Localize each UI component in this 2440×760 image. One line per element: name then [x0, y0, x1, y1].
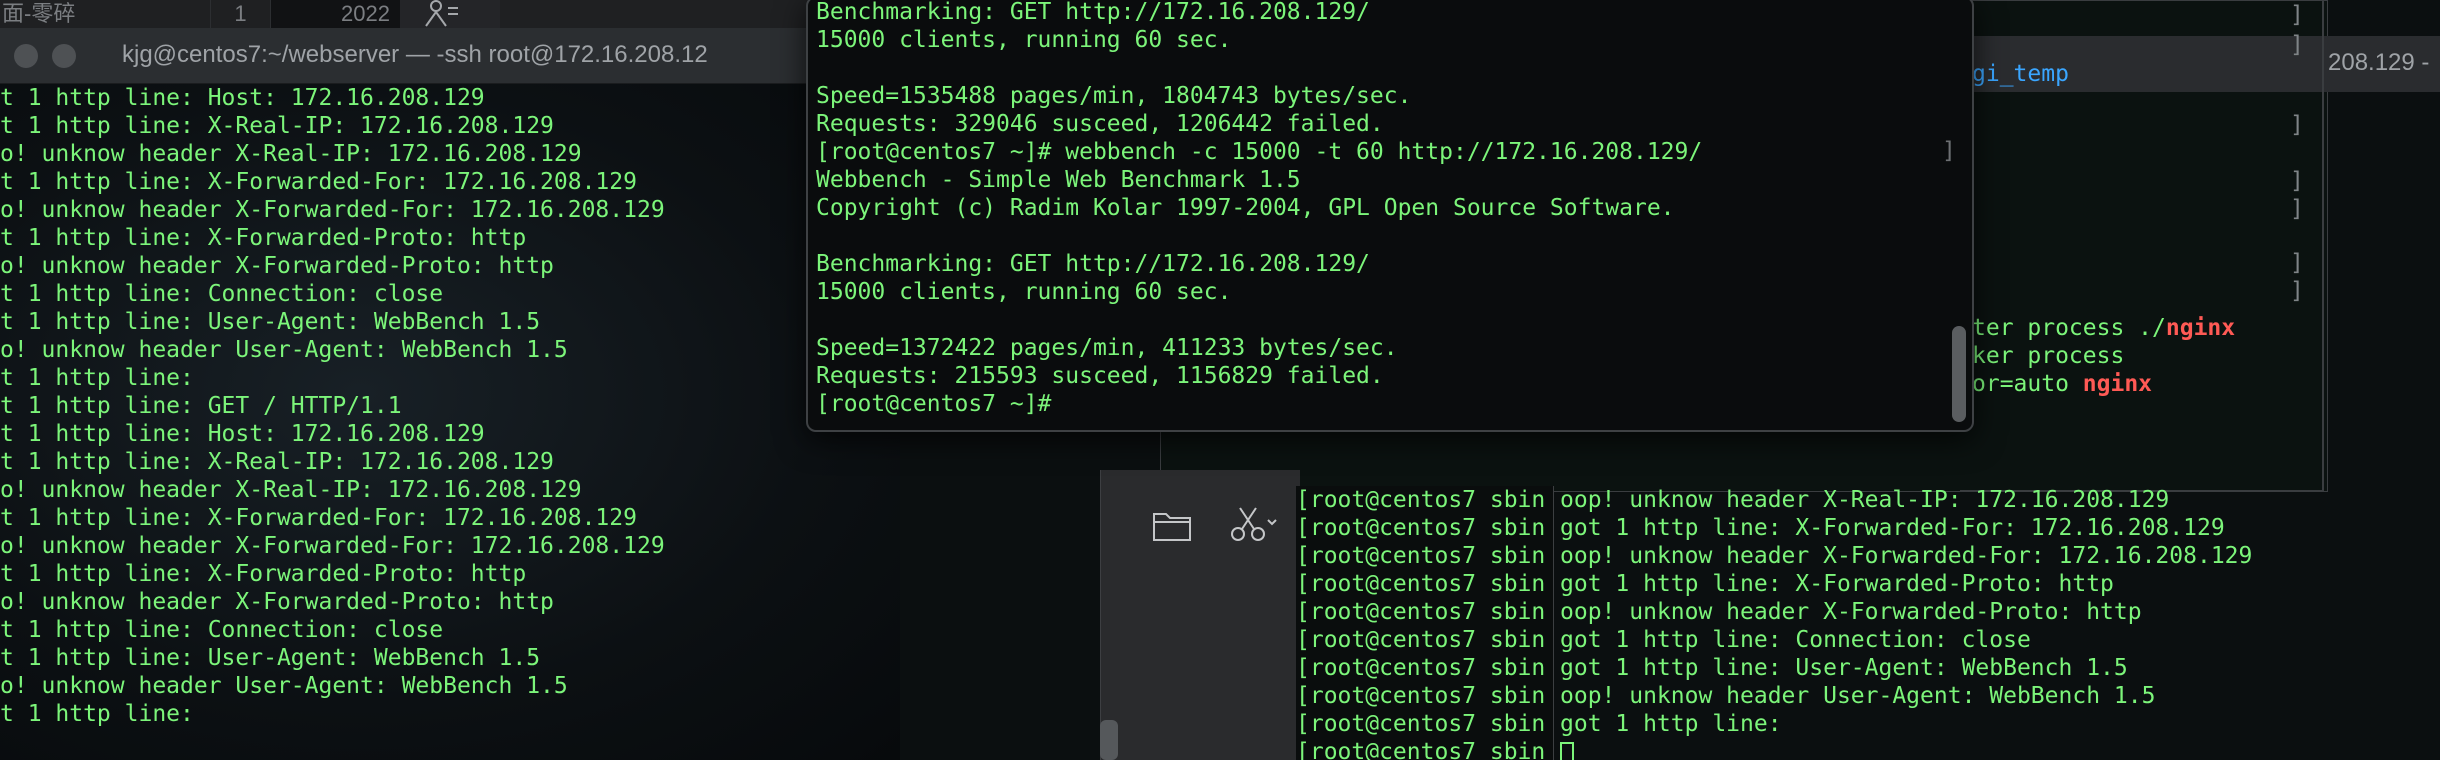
terminal-line: [root@centos7 ~]# — [816, 391, 1052, 417]
terminal-line: Webbench - Simple Web Benchmark 1.5 — [816, 167, 1301, 193]
terminal-line: [root@centos7 ~]# webbench -c 15000 -t 6… — [816, 139, 1703, 165]
terminal-line: t 1 http line: Host: 172.16.208.129 — [0, 421, 485, 447]
terminal-line: got 1 http line: X-Forwarded-For: 172.16… — [1560, 515, 2225, 541]
bracket-marker: ] — [2290, 32, 2304, 58]
terminal-line: oop! unknow header X-Forwarded-For: 172.… — [1560, 543, 2253, 569]
left-terminal-output: t 1 http line: Host: 172.16.208.129 t 1 h… — [0, 84, 900, 728]
terminal-line: t 1 http line: X-Forwarded-Proto: http — [0, 225, 527, 251]
terminal-line: got 1 http line: User-Agent: WebBench 1.… — [1560, 655, 2128, 681]
terminal-line: Benchmarking: GET http://172.16.208.129/ — [816, 251, 1370, 277]
bracket-marker: ] — [2290, 168, 2304, 194]
bracket-marker: ] — [1942, 138, 1956, 164]
terminal-line: o! unknow header X-Real-IP: 172.16.208.1… — [0, 141, 582, 167]
terminal-line: t 1 http line: X-Real-IP: 172.16.208.129 — [0, 113, 554, 139]
bottom-right-prompt-pane[interactable]: [root@centos7 sbin [root@centos7 sbin [roo… — [1296, 486, 1554, 760]
prompt-line: [root@centos7 sbin — [1296, 543, 1546, 569]
bracket-marker: ] — [2290, 196, 2304, 222]
folder-icon[interactable] — [1152, 508, 1192, 542]
right-terminal-title: 208.129 - — [2328, 49, 2430, 76]
terminal-line: t 1 http line: Connection: close — [0, 281, 444, 307]
terminal-line: got 1 http line: Connection: close — [1560, 627, 2031, 653]
ps-line-master: ter process ./nginx — [1972, 314, 2235, 342]
bracket-marker: ] — [2290, 278, 2304, 304]
strip-title[interactable]: 面-零碎 — [0, 0, 210, 28]
bottom-right-output-pane[interactable]: oop! unknow header X-Real-IP: 172.16.208… — [1560, 486, 2440, 760]
terminal-line: 15000 clients, running 60 sec. — [816, 27, 1232, 53]
nginx-highlight: nginx — [2082, 371, 2153, 397]
webbench-terminal-window[interactable]: Benchmarking: GET http://172.16.208.129/… — [806, 0, 1974, 432]
terminal-line: t 1 http line: X-Real-IP: 172.16.208.129 — [0, 449, 554, 475]
terminal-line: Requests: 329046 susceed, 1206442 failed… — [816, 111, 1384, 137]
nginx-highlight: nginx — [2165, 315, 2236, 341]
terminal-line: t 1 http line: Host: 172.16.208.129 — [0, 85, 485, 111]
top-tab-strip: 面-零碎 1 2022 — [0, 0, 820, 28]
prompt-line: [root@centos7 sbin — [1296, 599, 1546, 625]
terminal-line: got 1 http line: — [1560, 711, 1782, 737]
terminal-line: Speed=1372422 pages/min, 411233 bytes/se… — [816, 335, 1398, 361]
terminal-line: o! unknow header X-Forwarded-Proto: http — [0, 253, 554, 279]
minimize-dot-icon[interactable] — [52, 44, 76, 68]
terminal-line: t 1 http line: X-Forwarded-For: 172.16.2… — [0, 169, 637, 195]
terminal-line: oop! unknow header X-Forwarded-Proto: ht… — [1560, 599, 2142, 625]
terminal-line: oop! unknow header User-Agent: WebBench … — [1560, 683, 2156, 709]
prompt-line: [root@centos7 sbin — [1296, 683, 1546, 709]
terminal-line: t 1 http line: — [0, 701, 194, 727]
person-list-icon[interactable] — [400, 0, 500, 28]
terminal-line: t 1 http line: User-Agent: WebBench 1.5 — [0, 309, 541, 335]
terminal-line: t 1 http line: User-Agent: WebBench 1.5 — [0, 645, 541, 671]
explorer-scrollbar[interactable] — [1100, 720, 1118, 760]
terminal-line: Benchmarking: GET http://172.16.208.129/ — [816, 0, 1370, 25]
left-terminal-window[interactable]: kjg@centos7:~/webserver — -ssh root@172.… — [0, 28, 900, 760]
terminal-line: Speed=1535488 pages/min, 1804743 bytes/s… — [816, 83, 1412, 109]
terminal-line: o! unknow header User-Agent: WebBench 1.… — [0, 337, 568, 363]
terminal-line: got 1 http line: X-Forwarded-Proto: http — [1560, 571, 2114, 597]
terminal-line: t 1 http line: — [0, 365, 194, 391]
strip-year: 2022 — [270, 0, 400, 28]
bracket-marker: ] — [2290, 112, 2304, 138]
terminal-line: oop! unknow header X-Real-IP: 172.16.208… — [1560, 487, 2170, 513]
terminal-cursor-line — [1560, 738, 2440, 760]
left-terminal-title: kjg@centos7:~/webserver — -ssh root@172.… — [122, 41, 708, 68]
ps-grep-text: or=auto — [1972, 371, 2083, 397]
terminal-line: t 1 http line: Connection: close — [0, 617, 444, 643]
prompt-line: [root@centos7 sbin — [1296, 739, 1546, 760]
terminal-line: o! unknow header X-Forwarded-For: 172.16… — [0, 533, 665, 559]
terminal-line: o! unknow header User-Agent: WebBench 1.… — [0, 673, 568, 699]
ps-master-text: ter process ./ — [1972, 315, 2166, 341]
text-cursor — [1560, 741, 1574, 760]
prompt-line: [root@centos7 sbin — [1296, 711, 1546, 737]
bracket-marker: ] — [2290, 2, 2304, 28]
terminal-line: Requests: 215593 susceed, 1156829 failed… — [816, 363, 1384, 389]
left-terminal-titlebar[interactable]: kjg@centos7:~/webserver — -ssh root@172.… — [0, 28, 900, 84]
scissors-icon[interactable] — [1230, 504, 1278, 544]
terminal-line: 15000 clients, running 60 sec. — [816, 279, 1232, 305]
terminal-line: t 1 http line: GET / HTTP/1.1 — [0, 393, 402, 419]
prompt-line: [root@centos7 sbin — [1296, 655, 1546, 681]
prompt-line: [root@centos7 sbin — [1296, 627, 1546, 653]
prompt-line: [root@centos7 sbin — [1296, 515, 1546, 541]
terminal-line: o! unknow header X-Forwarded-Proto: http — [0, 589, 554, 615]
close-dot-icon[interactable] — [14, 44, 38, 68]
terminal-line: o! unknow header X-Real-IP: 172.16.208.1… — [0, 477, 582, 503]
prompt-line: [root@centos7 sbin — [1296, 487, 1546, 513]
terminal-line: o! unknow header X-Forwarded-For: 172.16… — [0, 197, 665, 223]
terminal-line: Copyright (c) Radim Kolar 1997-2004, GPL… — [816, 195, 1675, 221]
webbench-output: Benchmarking: GET http://172.16.208.129/… — [816, 0, 1946, 418]
terminal-line: t 1 http line: X-Forwarded-For: 172.16.2… — [0, 505, 637, 531]
prompt-line: [root@centos7 sbin — [1296, 571, 1546, 597]
terminal-line: t 1 http line: X-Forwarded-Proto: http — [0, 561, 527, 587]
ps-line-grep: or=auto nginx — [1972, 370, 2152, 398]
ps-line-worker: ker process — [1972, 343, 2125, 369]
webbench-scrollbar[interactable] — [1952, 326, 1966, 422]
directory-gi-temp: gi_temp — [1972, 61, 2069, 87]
bracket-marker: ] — [2290, 250, 2304, 276]
strip-number: 1 — [210, 0, 270, 28]
